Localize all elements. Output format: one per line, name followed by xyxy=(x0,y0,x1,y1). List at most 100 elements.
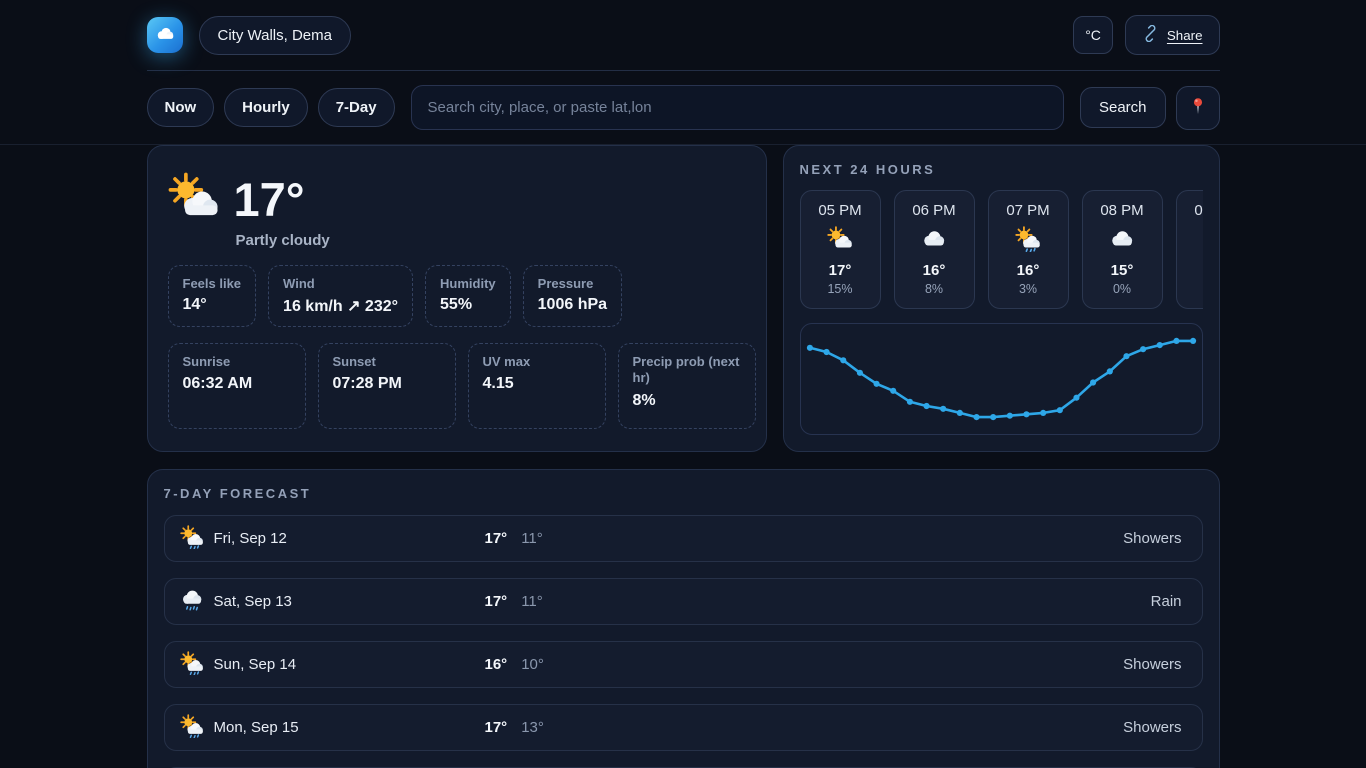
hour-card: 08 PM 15° 0% xyxy=(1082,190,1163,309)
hour-temp: 17° xyxy=(801,262,880,279)
hour-precip: 8% xyxy=(895,282,974,296)
day-condition: Showers xyxy=(1123,656,1181,673)
stat-tile: Feels like 14° xyxy=(168,265,257,327)
seven-day-forecast-card: 7-DAY FORECAST Fri, Sep 12 17° 11° Showe… xyxy=(147,469,1220,768)
day-low-temp: 11° xyxy=(521,530,543,547)
sun-cloud-icon xyxy=(801,226,880,256)
hour-time: 05 PM xyxy=(801,202,880,219)
stat-value: 16 km/h ↗ 232° xyxy=(283,296,398,316)
search-input[interactable] xyxy=(411,85,1064,130)
next-24-hours-panel: NEXT 24 HOURS 05 PM 17° 15% 06 PM 16° 8%… xyxy=(783,145,1220,452)
stat-tile: Sunrise 06:32 AM xyxy=(168,343,306,429)
current-stats-row-2: Sunrise 06:32 AM Sunset 07:28 PM UV max … xyxy=(168,343,746,429)
hour-temp: 16° xyxy=(895,262,974,279)
day-row: Sat, Sep 13 17° 11° Rain xyxy=(164,578,1203,625)
day-label: Fri, Sep 12 xyxy=(214,530,287,547)
temperature-chart xyxy=(800,323,1203,435)
day-low-temp: 10° xyxy=(521,656,544,673)
hour-card: 05 PM 17° 15% xyxy=(800,190,881,309)
stat-label: Humidity xyxy=(440,276,496,291)
day-label: Sun, Sep 14 xyxy=(214,656,297,673)
stat-tile: UV max 4.15 xyxy=(468,343,606,429)
day-low-temp: 11° xyxy=(521,593,543,610)
hour-card: 09 PM 15° xyxy=(1176,190,1203,309)
search-button[interactable]: Search xyxy=(1080,87,1166,128)
day-row: Mon, Sep 15 17° 13° Showers xyxy=(164,704,1203,751)
day-condition: Rain xyxy=(1151,593,1182,610)
cloud-icon xyxy=(1083,226,1162,256)
stat-label: Sunrise xyxy=(183,354,291,370)
stat-tile: Precip prob (next hr) 8% xyxy=(618,343,756,429)
share-button[interactable]: Share xyxy=(1125,15,1220,55)
stat-label: Feels like xyxy=(183,276,242,291)
day-label: Sat, Sep 13 xyxy=(214,593,292,610)
day-high-temp: 16° xyxy=(485,656,508,673)
stat-label: UV max xyxy=(483,354,591,370)
nav-tab[interactable]: Hourly xyxy=(224,88,308,127)
current-temperature: 17° xyxy=(234,175,305,224)
sun-rain-icon xyxy=(180,525,204,553)
nav-bar: Now Hourly 7-Day Search xyxy=(147,71,1220,144)
nav-tab[interactable]: 7-Day xyxy=(318,88,395,127)
stat-value: 8% xyxy=(633,392,741,410)
sun-rain-icon xyxy=(180,714,204,742)
rain-icon xyxy=(1177,226,1203,256)
hour-precip: 15% xyxy=(801,282,880,296)
cloud-logo-icon xyxy=(154,22,176,48)
day-high-temp: 17° xyxy=(485,530,508,547)
hour-temp: 15° xyxy=(1083,262,1162,279)
stat-label: Wind xyxy=(283,276,398,291)
stat-tile: Pressure 1006 hPa xyxy=(523,265,622,327)
locate-button[interactable] xyxy=(1176,86,1220,130)
sun-rain-icon xyxy=(180,651,204,679)
hour-card: 07 PM 16° 3% xyxy=(988,190,1069,309)
link-icon xyxy=(1142,25,1159,45)
nav-tab[interactable]: Now xyxy=(147,88,215,127)
app-logo xyxy=(147,17,183,53)
day-condition: Showers xyxy=(1123,719,1181,736)
stat-value: 06:32 AM xyxy=(183,375,291,393)
hour-precip: 3% xyxy=(989,282,1068,296)
day-list: Fri, Sep 12 17° 11° Showers Sat, Sep 13 … xyxy=(164,515,1203,751)
day-condition: Showers xyxy=(1123,530,1181,547)
next-24-hours-heading: NEXT 24 HOURS xyxy=(800,162,1203,177)
stat-tile: Sunset 07:28 PM xyxy=(318,343,456,429)
pin-icon xyxy=(1188,96,1208,119)
day-high-temp: 17° xyxy=(485,719,508,736)
sun-rain-icon xyxy=(989,226,1068,256)
hour-temp: 16° xyxy=(989,262,1068,279)
hour-card: 06 PM 16° 8% xyxy=(894,190,975,309)
location-title: City Walls, Dema xyxy=(199,16,351,55)
stat-value: 07:28 PM xyxy=(333,375,441,393)
stat-value: 55% xyxy=(440,296,496,314)
current-stats-row-1: Feels like 14° Wind 16 km/h ↗ 232° Humid… xyxy=(168,265,746,327)
stat-label: Pressure xyxy=(538,276,607,291)
rain-icon xyxy=(180,588,204,616)
day-label: Mon, Sep 15 xyxy=(214,719,299,736)
stat-value: 1006 hPa xyxy=(538,296,607,314)
hour-time: 08 PM xyxy=(1083,202,1162,219)
day-low-temp: 13° xyxy=(521,719,544,736)
cloud-icon xyxy=(895,226,974,256)
stat-value: 14° xyxy=(183,296,242,314)
hour-precip: 0% xyxy=(1083,282,1162,296)
day-high-temp: 17° xyxy=(485,593,508,610)
sun-cloud-icon xyxy=(168,172,220,228)
stat-label: Precip prob (next hr) xyxy=(633,354,741,387)
current-condition-text: Partly cloudy xyxy=(236,232,746,249)
stat-label: Sunset xyxy=(333,354,441,370)
temperature-line-chart xyxy=(801,324,1202,434)
hour-time: 06 PM xyxy=(895,202,974,219)
app-header: City Walls, Dema °C Share Now Hourly 7-D… xyxy=(0,0,1366,145)
hourly-strip: 05 PM 17° 15% 06 PM 16° 8% 07 PM 16° 3% … xyxy=(800,190,1203,309)
share-label: Share xyxy=(1167,28,1203,43)
hour-temp: 15° xyxy=(1177,262,1203,279)
day-row: Sun, Sep 14 16° 10° Showers xyxy=(164,641,1203,688)
unit-toggle-button[interactable]: °C xyxy=(1073,16,1113,54)
current-conditions-card: 17° Partly cloudy Feels like 14° Wind 16… xyxy=(147,145,767,452)
hour-time: 07 PM xyxy=(989,202,1068,219)
stat-tile: Humidity 55% xyxy=(425,265,511,327)
day-row: Fri, Sep 12 17° 11° Showers xyxy=(164,515,1203,562)
stat-tile: Wind 16 km/h ↗ 232° xyxy=(268,265,413,327)
location-label: City Walls, Dema xyxy=(218,27,332,44)
